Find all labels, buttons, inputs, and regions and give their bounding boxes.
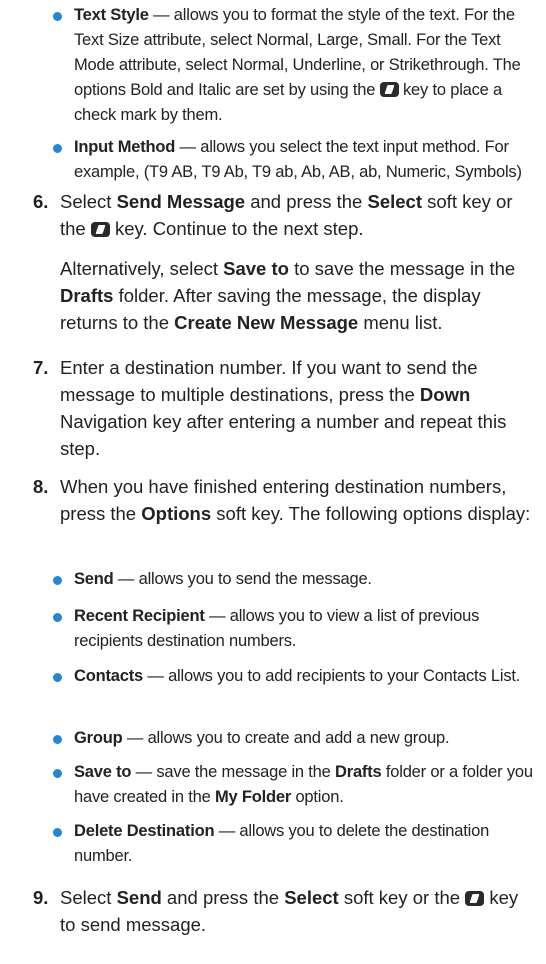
step-number: 8. [33,476,49,497]
item-title: Recent Recipient [74,607,205,625]
step-bold: Select [367,191,422,212]
step-number: 9. [33,887,49,908]
bullet-dot-icon [53,673,62,682]
bullet-dot-icon [53,769,62,778]
step-bold: Send [116,887,162,908]
list-item-send: Send — allows you to send the message. [53,567,534,592]
item-title: Contacts [74,667,143,685]
bullet-dot-icon [53,735,62,744]
step-number: 7. [33,357,49,378]
item-description: option. [291,788,344,806]
item-description: — allows you to send the message. [113,570,372,588]
step-6-alternative: Alternatively, select Save to to save th… [60,255,536,336]
step-text: soft key or the [338,887,466,908]
step-7: 7. Enter a destination number. If you wa… [33,354,536,462]
step-bold: Send Message [116,191,246,212]
bullet-dot-icon [53,12,62,21]
item-description: — save the message in the [131,763,336,781]
item-title: Save to [74,763,132,781]
step-text: and press the [161,887,285,908]
para-bold: Save to [223,258,289,279]
bullet-dot-icon [53,144,62,153]
item-title: Text Style [74,6,149,24]
list-item-group: Group — allows you to create and add a n… [53,726,534,751]
step-9: 9. Select Send and press the Select soft… [33,884,536,938]
item-title: Input Method [74,138,176,156]
step-text: Navigation key after entering a number a… [60,411,507,459]
step-number: 6. [33,191,49,212]
step-text: Select [60,191,117,212]
item-bold: My Folder [214,788,292,806]
list-item-recent-recipient: Recent Recipient — allows you to view a … [53,604,534,654]
para-text: to save the message in the [288,258,516,279]
para-bold: Create New Message [174,312,359,333]
step-text: soft key. The following options display: [211,503,531,524]
list-item-text-style: Text Style — allows you to format the st… [53,3,534,128]
step-text: and press the [245,191,368,212]
step-bold: Select [284,887,339,908]
list-item-save-to: Save to — save the message in the Drafts… [53,760,534,810]
item-description: — allows you to create and add a new gro… [122,729,450,747]
menu-ok-key-icon [379,82,399,97]
step-text: Select [60,887,117,908]
para-text: Alternatively, select [60,258,224,279]
para-bold: Drafts [60,285,114,306]
step-text: key. Continue to the next step. [109,218,364,239]
bullet-dot-icon [53,576,62,585]
item-title: Send [74,570,114,588]
item-description: — allows you to add recipients to your C… [143,667,521,685]
manual-page: Text Style — allows you to format the st… [0,0,546,964]
list-item-input-method: Input Method — allows you select the tex… [53,135,534,185]
menu-ok-key-icon [465,891,485,906]
list-item-contacts: Contacts — allows you to add recipients … [53,664,534,689]
step-bold: Down [419,384,471,405]
menu-ok-key-icon [90,222,110,237]
step-6: 6. Select Send Message and press the Sel… [33,188,536,242]
step-8: 8. When you have finished entering desti… [33,473,536,527]
list-item-delete-destination: Delete Destination — allows you to delet… [53,819,534,869]
bullet-dot-icon [53,828,62,837]
item-title: Delete Destination [74,822,215,840]
item-bold: Drafts [335,763,382,781]
step-text: Enter a destination number. If you want … [60,357,478,405]
para-text: menu list. [358,312,443,333]
step-bold: Options [141,503,212,524]
item-title: Group [74,729,123,747]
bullet-dot-icon [53,613,62,622]
